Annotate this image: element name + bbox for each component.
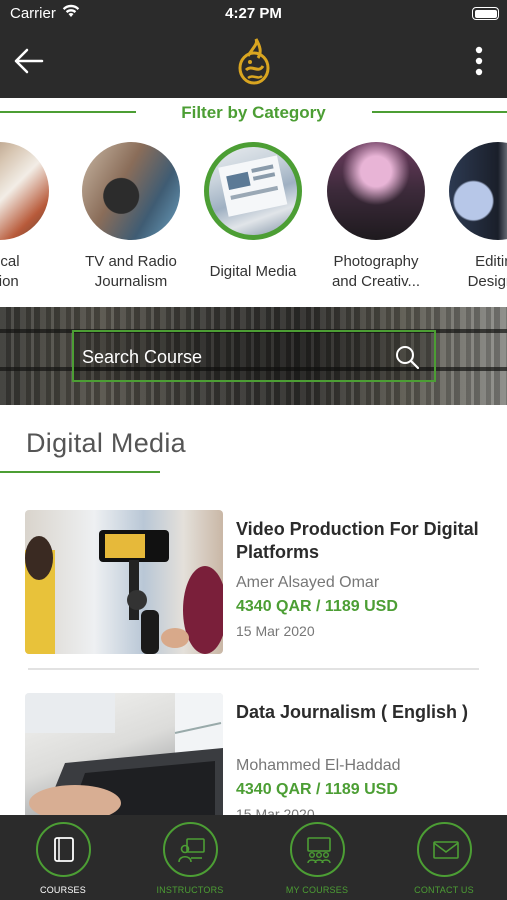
filter-heading: Filter by Category: [0, 98, 507, 130]
course-instructor: Mohammed El-Haddad: [236, 757, 401, 774]
tab-instructors[interactable]: INSTRUCTORS: [127, 815, 253, 900]
top-bar: Carrier 4:27 PM: [0, 0, 507, 98]
divider-line: [372, 111, 507, 113]
search-banner: Search Course: [0, 307, 507, 405]
tab-icon-ring: [36, 822, 91, 877]
tab-label: CONTACT US: [414, 885, 474, 895]
filter-title: Filter by Category: [181, 103, 326, 122]
course-price: 4340 QAR / 1189 USD: [236, 598, 398, 615]
tab-label: INSTRUCTORS: [156, 885, 224, 895]
category-technical[interactable]: hnical ration: [0, 140, 65, 300]
search-placeholder: Search Course: [82, 347, 203, 367]
category-image: [449, 142, 507, 240]
section-underline: [0, 471, 160, 473]
category-editing-design[interactable]: Editing Design S: [433, 140, 507, 300]
tab-courses[interactable]: COURSES: [0, 815, 126, 900]
tab-icon-ring: [417, 822, 472, 877]
tab-label: MY COURSES: [285, 885, 349, 895]
category-image: [204, 142, 302, 240]
mail-icon: [433, 841, 459, 859]
classroom-icon: [307, 837, 331, 864]
bottom-tab-bar: COURSES INSTRUCTORS MY COURSES CONTACT U…: [0, 815, 507, 900]
newspaper-graphic: [218, 155, 288, 217]
gimbal-phone-image: [25, 530, 223, 654]
search-icon[interactable]: [394, 344, 420, 370]
tab-icon-ring: [290, 822, 345, 877]
list-divider: [28, 668, 479, 670]
category-label: hnical ration: [0, 253, 20, 290]
course-date: 15 Mar 2020: [236, 623, 315, 639]
course-thumbnail: [25, 510, 223, 654]
category-tv-radio[interactable]: TV and Radio Journalism: [66, 140, 196, 300]
battery-icon: [472, 7, 499, 20]
category-digital-media[interactable]: Digital Media: [188, 140, 318, 300]
instructor-icon: [178, 838, 205, 863]
course-instructor: Amer Alsayed Omar: [236, 574, 380, 591]
status-bar: Carrier 4:27 PM: [0, 0, 507, 28]
category-label: Photography and Creativ...: [331, 253, 421, 290]
category-label: Digital Media: [209, 263, 297, 280]
category-photography[interactable]: Photography and Creativ...: [311, 140, 441, 300]
book-icon: [54, 837, 74, 862]
course-title: Data Journalism ( English ): [236, 702, 469, 722]
course-card[interactable]: Video Production For Digital Platforms A…: [25, 510, 485, 656]
tab-my-courses[interactable]: MY COURSES: [254, 815, 380, 900]
tab-icon-ring: [163, 822, 218, 877]
category-image: [327, 142, 425, 240]
tab-label: COURSES: [40, 885, 86, 895]
course-title: Video Production For Digital Platforms: [236, 519, 479, 562]
more-vertical-icon[interactable]: [469, 44, 489, 78]
arrow-left-icon[interactable]: [12, 44, 46, 78]
course-price: 4340 QAR / 1189 USD: [236, 781, 398, 798]
category-image: [82, 142, 180, 240]
section-title: Digital Media: [26, 428, 186, 458]
tab-contact-us[interactable]: CONTACT US: [381, 815, 507, 900]
search-input[interactable]: Search Course: [72, 330, 436, 382]
category-image: [0, 142, 49, 240]
clock: 4:27 PM: [225, 5, 282, 22]
category-label: Editing Design S: [467, 253, 507, 290]
category-label: TV and Radio Journalism: [85, 253, 177, 290]
category-carousel[interactable]: hnical ration TV and Radio Journalism Di…: [0, 140, 507, 305]
al-jazeera-logo: [238, 38, 270, 85]
